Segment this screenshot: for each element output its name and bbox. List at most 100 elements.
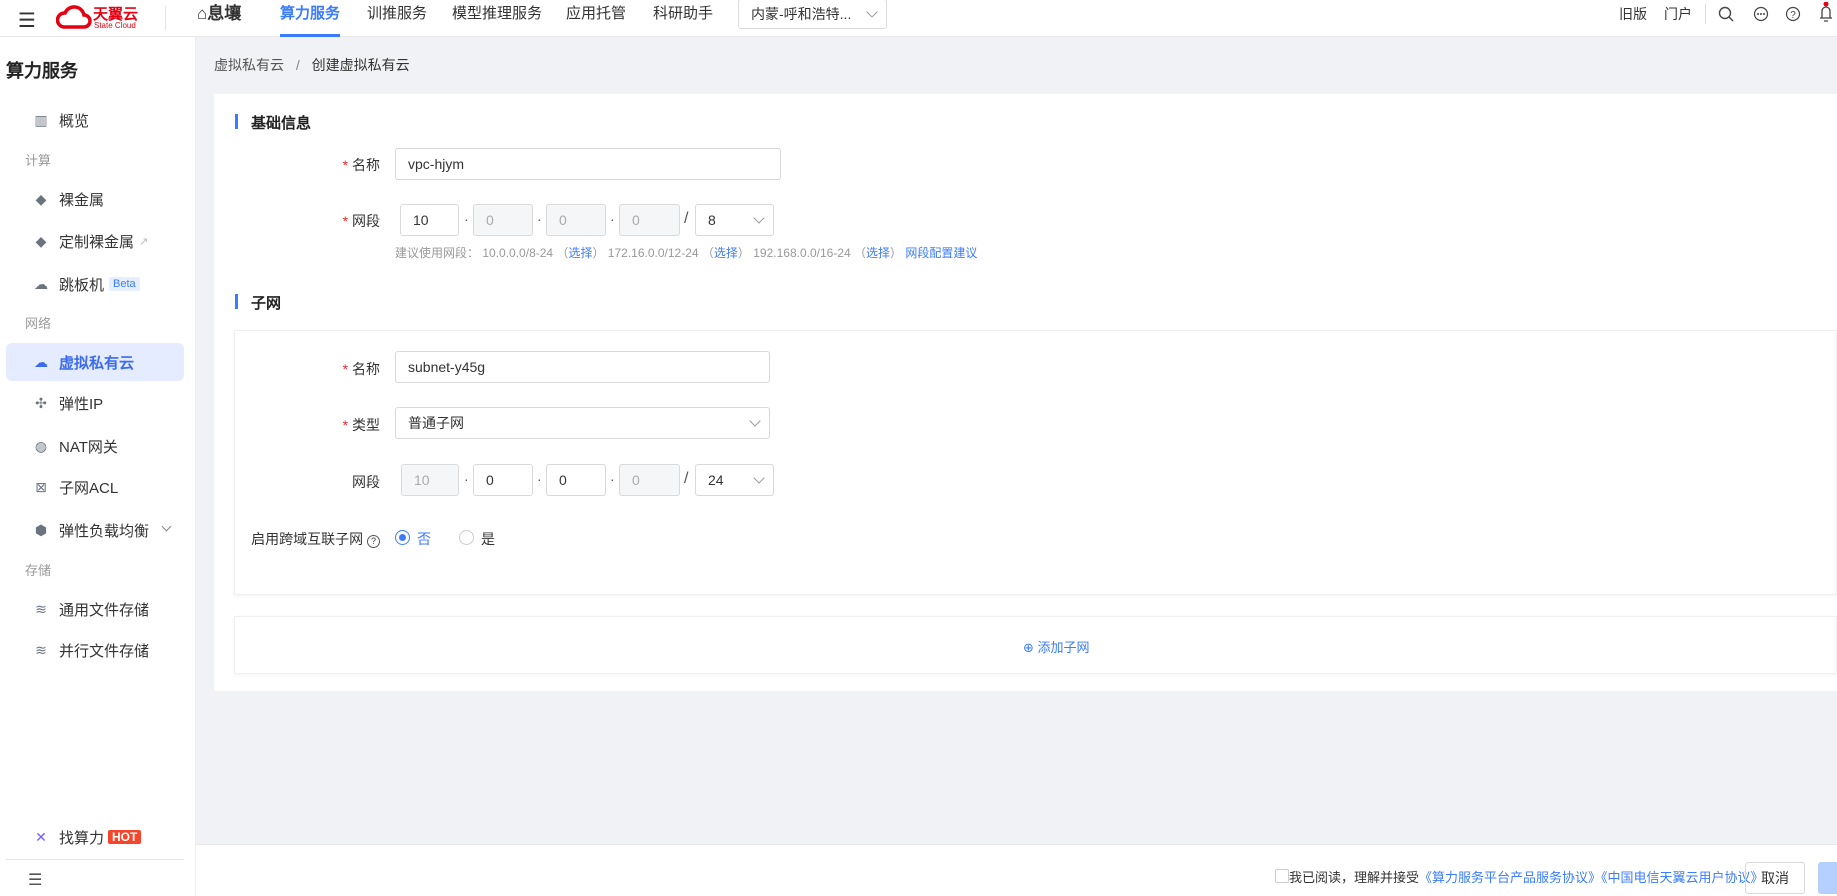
chevron-down-icon xyxy=(866,6,878,18)
top-bar: ☰ 天翼云 State Cloud ⌂息壤 算力服务 训推服务 模型推理服务 应… xyxy=(0,0,1837,37)
find-compute-icon: ✕ xyxy=(35,828,47,845)
more-icon[interactable] xyxy=(1753,6,1769,22)
tab-training[interactable]: 训推服务 xyxy=(367,0,427,37)
suggestion-range: 172.16.0.0/12-24 xyxy=(607,246,699,260)
sidebar-item-label: NAT网关 xyxy=(59,438,118,456)
region-value: 内蒙-呼和浩特... xyxy=(751,6,852,22)
confirm-button[interactable] xyxy=(1818,862,1837,894)
vpc-icon: ☁ xyxy=(34,353,48,370)
sidebar-item-label: 虚拟私有云 xyxy=(59,354,135,372)
radio-no-label[interactable]: 否 xyxy=(417,529,431,549)
search-icon[interactable] xyxy=(1718,6,1734,22)
layers-icon: ≋ xyxy=(35,600,47,617)
subnet-mask-select[interactable]: 24 xyxy=(695,464,774,496)
radio-yes[interactable] xyxy=(459,530,474,545)
label-text: 名称 xyxy=(352,157,380,173)
label-text: 名称 xyxy=(352,361,380,377)
vpc-name-label: * 名称 xyxy=(342,157,380,173)
dot-separator: · xyxy=(537,211,542,227)
user-agreement-link[interactable]: 《中国电信天翼云用户协议》 xyxy=(1601,870,1764,885)
brand-sub: State Cloud xyxy=(94,21,136,30)
breadcrumb: 虚拟私有云 / 创建虚拟私有云 xyxy=(214,55,410,75)
help-icon[interactable]: ? xyxy=(1785,6,1801,22)
subnet-cidr-octet-3[interactable]: 0 xyxy=(546,464,606,496)
sidebar-item-label: 概览 xyxy=(59,112,90,130)
add-subnet-button[interactable]: ⊕ 添加子网 xyxy=(1023,637,1090,656)
sidebar-item-acl[interactable]: ⊠ 子网ACL xyxy=(6,468,184,506)
select-suggestion-link[interactable]: 选择 xyxy=(568,246,592,260)
load-balancer-icon: ⬢ xyxy=(34,521,48,538)
sidebar-item-parallel-storage[interactable]: ≋ 并行文件存储 xyxy=(6,631,184,669)
sidebar-item-bare-metal[interactable]: ◆ 裸金属 xyxy=(6,180,184,218)
slash-separator: / xyxy=(684,210,689,227)
vpc-mask-select[interactable]: 8 xyxy=(695,204,774,236)
cancel-button[interactable]: 取消 xyxy=(1745,862,1805,894)
sidebar-item-eip[interactable]: ✣ 弹性IP xyxy=(6,384,184,422)
beta-badge: Beta xyxy=(109,277,140,291)
add-subnet-label: 添加子网 xyxy=(1037,640,1090,655)
subnet-cidr-octet-2[interactable]: 0 xyxy=(473,464,533,496)
collapse-sidebar-icon[interactable]: ☰ xyxy=(28,870,42,890)
old-version-link[interactable]: 旧版 xyxy=(1619,0,1647,37)
service-agreement-link[interactable]: 《算力服务平台产品服务协议》 xyxy=(1419,870,1601,885)
sidebar-item-elb[interactable]: ⬢ 弹性负载均衡 xyxy=(6,511,184,549)
tab-inference[interactable]: 模型推理服务 xyxy=(452,0,542,37)
section-marker xyxy=(235,294,238,309)
bell-icon[interactable] xyxy=(1818,2,1834,24)
sidebar-item-custom-bare-metal[interactable]: ◆ 定制裸金属 ↗ xyxy=(6,222,184,260)
sidebar: 算力服务 ▥ 概览 计算 ◆ 裸金属 ◆ 定制裸金属 ↗ ☁ 跳板机 Beta 网络 ☁ 虚拟… xyxy=(0,37,196,896)
chevron-down-icon xyxy=(753,472,765,484)
tab-hosting[interactable]: 应用托管 xyxy=(566,0,626,37)
vpc-cidr-octet-1[interactable]: 10 xyxy=(400,204,459,236)
portal-link[interactable]: 门户 xyxy=(1664,0,1692,37)
breadcrumb-separator: / xyxy=(295,57,300,73)
select-suggestion-link[interactable]: 选择 xyxy=(714,246,738,260)
subnet-cidr-label: 网段 xyxy=(352,474,380,490)
sidebar-item-vpc[interactable]: ☁ 虚拟私有云 xyxy=(6,343,184,381)
slash-separator: / xyxy=(684,470,689,487)
home-icon: ⌂ xyxy=(197,4,208,23)
select-suggestion-link[interactable]: 选择 xyxy=(866,246,890,260)
sidebar-item-jump-server[interactable]: ☁ 跳板机 Beta xyxy=(6,265,184,303)
cube-icon: ◆ xyxy=(35,190,47,207)
sidebar-item-find-compute[interactable]: ✕ 找算力 HOT xyxy=(6,818,184,856)
section-title-subnet: 子网 xyxy=(251,295,282,312)
divider xyxy=(1705,4,1706,24)
agree-label: 我已阅读，理解并接受 xyxy=(1289,870,1420,885)
menu-icon[interactable]: ☰ xyxy=(18,8,36,33)
sidebar-item-label: 子网ACL xyxy=(59,479,119,497)
radio-yes-label[interactable]: 是 xyxy=(481,529,495,549)
subnet-type-label: * 类型 xyxy=(342,417,380,433)
sidebar-item-label: 并行文件存储 xyxy=(59,642,150,660)
breadcrumb-parent[interactable]: 虚拟私有云 xyxy=(214,57,284,73)
footer-bar: 我已阅读，理解并接受《算力服务平台产品服务协议》《中国电信天翼云用户协议》 取消 xyxy=(196,844,1837,896)
cidr-advice-link[interactable]: 网段配置建议 xyxy=(905,246,977,260)
product-home[interactable]: ⌂息壤 xyxy=(197,0,241,37)
vpc-name-input[interactable]: vpc-hjym xyxy=(395,148,781,180)
server-icon: ☁ xyxy=(34,275,48,292)
tab-compute[interactable]: 算力服务 xyxy=(280,0,341,37)
sidebar-item-label: 通用文件存储 xyxy=(59,601,150,619)
agree-checkbox[interactable] xyxy=(1275,869,1289,883)
suggestion-range: 192.168.0.0/16-24 xyxy=(753,246,851,260)
globe-icon: ◍ xyxy=(34,437,48,454)
logo[interactable]: 天翼云 State Cloud xyxy=(55,3,148,33)
vpc-cidr-label: * 网段 xyxy=(342,213,380,229)
help-icon[interactable]: ? xyxy=(367,535,380,548)
subnet-type-select[interactable]: 普通子网 xyxy=(395,407,770,439)
sidebar-item-file-storage[interactable]: ≋ 通用文件存储 xyxy=(6,590,184,628)
radio-no[interactable] xyxy=(395,530,410,545)
label-text: 网段 xyxy=(352,213,380,229)
sidebar-item-nat[interactable]: ◍ NAT网关 xyxy=(6,427,184,465)
group-compute: 计算 xyxy=(25,153,52,168)
mask-value: 24 xyxy=(708,472,724,488)
subnet-cidr-octet-4: 0 xyxy=(619,464,680,496)
vpc-cidr-octet-4: 0 xyxy=(619,204,680,236)
subnet-name-input[interactable]: subnet-y45g xyxy=(395,351,770,383)
nodes-icon: ✣ xyxy=(35,394,47,411)
tab-research[interactable]: 科研助手 xyxy=(653,0,713,37)
group-network: 网络 xyxy=(25,316,52,331)
mask-value: 8 xyxy=(708,212,716,228)
region-select[interactable]: 内蒙-呼和浩特... xyxy=(738,0,887,29)
sidebar-item-overview[interactable]: ▥ 概览 xyxy=(6,101,184,139)
